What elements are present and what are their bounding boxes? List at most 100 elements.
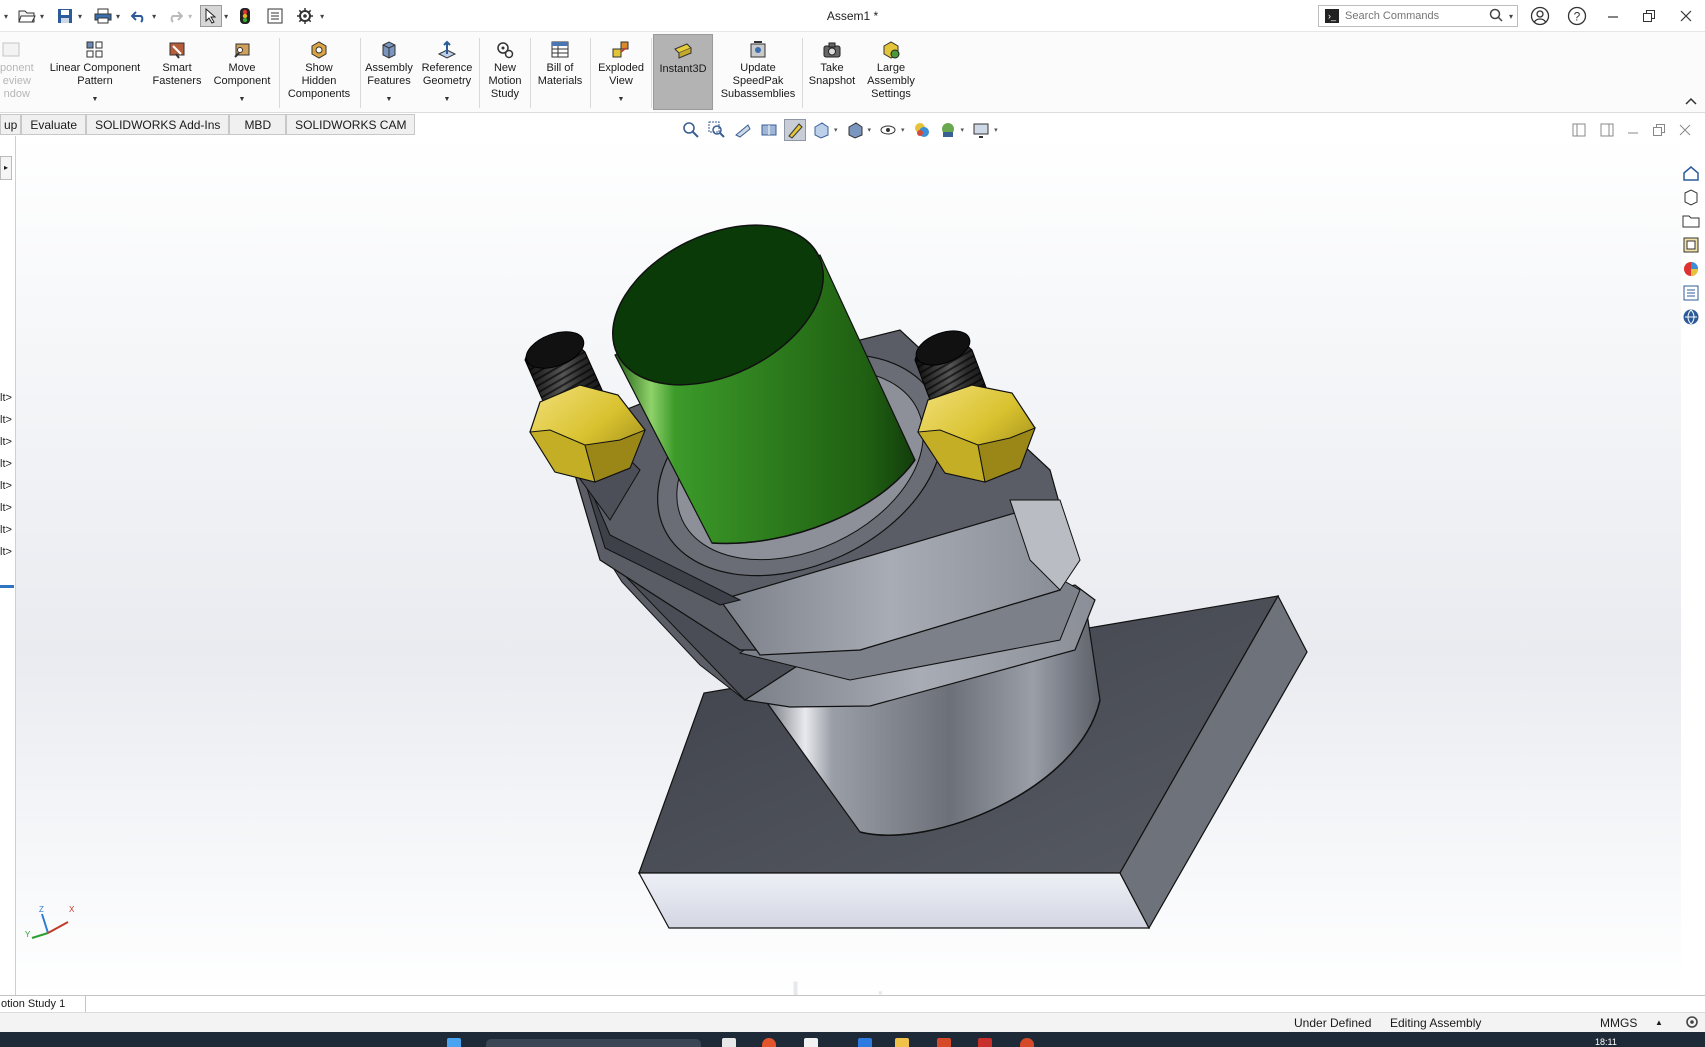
dynamic-annotation-views-icon[interactable] xyxy=(784,119,806,141)
taskbar-search-box[interactable] xyxy=(486,1039,701,1047)
undo-dropdown-caret[interactable]: ▾ xyxy=(152,12,156,21)
tree-item[interactable]: lt> xyxy=(0,436,12,448)
custom-properties-icon[interactable] xyxy=(1680,282,1702,304)
rebuild-icon[interactable] xyxy=(234,5,256,27)
rollback-bar[interactable] xyxy=(0,585,14,588)
assembly-model-view[interactable]: Z X Y xyxy=(16,136,1681,995)
reference-geometry-button[interactable]: Reference Geometry ▼ xyxy=(418,34,476,110)
select-dropdown-caret[interactable]: ▾ xyxy=(224,12,228,21)
tree-item[interactable]: lt> xyxy=(0,392,12,404)
help-icon[interactable]: ? xyxy=(1564,5,1590,27)
open-icon[interactable] xyxy=(16,5,38,27)
view-settings-caret[interactable]: ▾ xyxy=(994,126,998,134)
tree-item[interactable]: lt> xyxy=(0,502,12,514)
viewport-next-icon[interactable] xyxy=(1598,122,1616,138)
new-motion-study-button[interactable]: New Motion Study xyxy=(482,34,528,110)
component-preview-window-button[interactable]: ponent eview ndow xyxy=(0,34,40,110)
zoom-to-fit-icon[interactable] xyxy=(680,119,702,141)
display-style-icon[interactable] xyxy=(844,119,866,141)
bill-of-materials-button[interactable]: Bill of Materials xyxy=(533,34,587,110)
smart-fasteners-button[interactable]: Smart Fasteners xyxy=(148,34,206,110)
status-bar-customize-icon[interactable] xyxy=(1684,1014,1700,1033)
view-palette-icon[interactable] xyxy=(1680,234,1702,256)
edit-appearance-icon[interactable] xyxy=(911,119,933,141)
tree-item[interactable]: lt> xyxy=(0,524,12,536)
options-gear-icon[interactable] xyxy=(294,5,316,27)
reference-geometry-dropdown-caret[interactable]: ▼ xyxy=(444,93,451,106)
new-dropdown-caret[interactable]: ▾ xyxy=(4,12,8,21)
tree-item[interactable]: lt> xyxy=(0,458,12,470)
print-icon[interactable] xyxy=(92,5,114,27)
move-component-dropdown-caret[interactable]: ▼ xyxy=(239,93,246,106)
chrome-icon[interactable] xyxy=(1020,1038,1034,1047)
view-orientation-caret[interactable]: ▾ xyxy=(834,126,838,134)
search-commands-input[interactable] xyxy=(1345,10,1485,22)
linear-component-pattern-button[interactable]: Linear Component Pattern ▼ xyxy=(46,34,144,110)
graphics-area[interactable]: Z X Y xyxy=(16,136,1681,995)
redo-icon[interactable] xyxy=(164,5,186,27)
hide-show-items-icon[interactable] xyxy=(877,119,899,141)
search-icon[interactable] xyxy=(1489,8,1503,25)
task-view-icon[interactable] xyxy=(722,1038,736,1047)
move-component-button[interactable]: Move Component ▼ xyxy=(208,34,276,110)
edge-icon[interactable] xyxy=(858,1038,872,1047)
tab-mbd[interactable]: MBD xyxy=(229,114,287,135)
tab-solidworks-add-ins[interactable]: SOLIDWORKS Add-Ins xyxy=(86,114,230,135)
file-properties-icon[interactable] xyxy=(264,5,286,27)
office-icon[interactable] xyxy=(937,1038,951,1047)
panel-expand-arrow-icon[interactable]: ▸ xyxy=(0,156,12,180)
apply-scene-caret[interactable]: ▾ xyxy=(961,126,965,134)
start-icon[interactable] xyxy=(447,1038,461,1047)
exploded-view-dropdown-caret[interactable]: ▼ xyxy=(618,93,625,106)
hide-show-caret[interactable]: ▾ xyxy=(901,126,905,134)
previous-view-icon[interactable] xyxy=(732,119,754,141)
solidworks-resources-home-icon[interactable] xyxy=(1680,162,1702,184)
solidworks-forum-icon[interactable] xyxy=(1680,306,1702,328)
units-caret[interactable]: ▲ xyxy=(1655,1018,1663,1027)
section-view-icon[interactable] xyxy=(758,119,780,141)
minimize-icon[interactable] xyxy=(1600,5,1626,27)
restore-icon[interactable] xyxy=(1636,5,1662,27)
take-snapshot-button[interactable]: Take Snapshot xyxy=(804,34,860,110)
apply-scene-icon[interactable] xyxy=(937,119,959,141)
assembly-features-dropdown-caret[interactable]: ▼ xyxy=(386,93,393,106)
select-icon[interactable] xyxy=(200,5,223,27)
appearances-icon[interactable] xyxy=(1680,258,1702,280)
calendar-app-icon[interactable] xyxy=(804,1038,818,1047)
redo-dropdown-caret[interactable]: ▾ xyxy=(188,12,192,21)
design-library-icon[interactable] xyxy=(1680,186,1702,208)
save-dropdown-caret[interactable]: ▾ xyxy=(78,12,82,21)
viewport-close-icon[interactable] xyxy=(1676,122,1694,138)
tab-sketch-partial[interactable]: up xyxy=(0,114,22,135)
file-explorer-taskbar-icon[interactable] xyxy=(895,1038,909,1047)
assembly-features-button[interactable]: Assembly Features ▼ xyxy=(362,34,416,110)
taskbar-clock[interactable]: 18:11 xyxy=(1595,1037,1617,1047)
instant3d-button[interactable]: Instant3D xyxy=(653,34,713,110)
search-options-caret[interactable]: ▾ xyxy=(1509,12,1513,21)
options-dropdown-caret[interactable]: ▾ xyxy=(320,12,324,21)
collapse-ribbon-icon[interactable] xyxy=(1684,94,1698,108)
zoom-to-area-icon[interactable] xyxy=(706,119,728,141)
user-account-icon[interactable] xyxy=(1527,5,1553,27)
linear-pattern-dropdown-caret[interactable]: ▼ xyxy=(92,93,99,106)
undo-icon[interactable] xyxy=(128,5,150,27)
exploded-view-button[interactable]: Exploded View ▼ xyxy=(593,34,649,110)
viewport-minimize-icon[interactable] xyxy=(1624,122,1642,138)
viewport-restore-icon[interactable] xyxy=(1650,122,1668,138)
save-icon[interactable] xyxy=(54,5,76,27)
large-assembly-settings-button[interactable]: Large Assembly Settings xyxy=(862,34,920,110)
browser-icon[interactable] xyxy=(762,1038,776,1047)
display-style-caret[interactable]: ▾ xyxy=(868,126,872,134)
tab-motion-study-1[interactable]: otion Study 1 xyxy=(0,996,86,1012)
left-hex-nut[interactable] xyxy=(529,384,646,483)
open-dropdown-caret[interactable]: ▾ xyxy=(40,12,44,21)
tree-item[interactable]: lt> xyxy=(0,480,12,492)
update-speedpak-button[interactable]: Update SpeedPak Subassemblies xyxy=(716,34,800,110)
view-orientation-icon[interactable] xyxy=(810,119,832,141)
search-commands-box[interactable]: ›_ ▾ xyxy=(1318,5,1518,27)
view-settings-icon[interactable] xyxy=(970,119,992,141)
file-explorer-icon[interactable] xyxy=(1680,210,1702,232)
unit-system-selector[interactable]: MMGS xyxy=(1600,1016,1637,1030)
show-hidden-components-button[interactable]: Show Hidden Components xyxy=(282,34,356,110)
solidworks-taskbar-icon[interactable] xyxy=(978,1038,992,1047)
